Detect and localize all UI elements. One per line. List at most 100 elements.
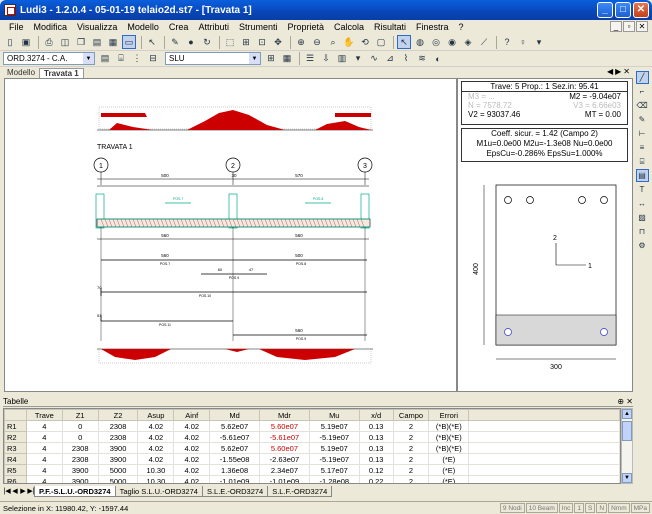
results-icon[interactable]: ◉ <box>445 35 459 49</box>
table-row[interactable]: R1 4 0 2308 4.02 4.02 5.62e07 5.60e07 5.19e07 0.1… <box>4 420 620 432</box>
beam-drawing-canvas[interactable]: TRAVATA 1 1 2 3 500 570 30 POS.7 POS.8 5… <box>4 78 457 392</box>
table-cell[interactable]: 1.36e08 <box>209 464 261 476</box>
tab-next-icon[interactable]: ▶ <box>615 67 621 76</box>
bars-view-icon[interactable]: ▤ <box>635 169 649 182</box>
stirrup-icon[interactable]: ⊓ <box>636 225 649 238</box>
menu-proprieta[interactable]: Proprietà <box>282 22 329 32</box>
snap-icon[interactable]: ⊡ <box>255 35 269 49</box>
zoom-out-icon[interactable]: ⊖ <box>310 35 324 49</box>
chevron-down-icon[interactable]: ▼ <box>83 53 94 64</box>
window-icon[interactable]: ▭ <box>122 35 136 49</box>
table-cell[interactable]: 0.13 <box>358 420 394 432</box>
sheet-tab-taglio-slu[interactable]: Taglio S.L.U.-ORD3274 <box>114 485 203 497</box>
view-icon[interactable]: ▦ <box>106 35 120 49</box>
print-icon[interactable]: ⎙ <box>42 35 56 49</box>
table-cell[interactable]: -5.61e07 <box>209 431 261 443</box>
dimension-icon[interactable]: ↔ <box>636 197 649 210</box>
row-header[interactable]: R6 <box>4 475 27 483</box>
table-cell[interactable]: 3900 <box>61 475 99 483</box>
menu-crea[interactable]: Crea <box>164 22 194 32</box>
zoom-all-icon[interactable]: ⌕ <box>326 35 340 49</box>
scroll-thumb[interactable] <box>622 421 632 441</box>
rotate-icon[interactable]: ⟲ <box>358 35 372 49</box>
column-header[interactable]: Z2 <box>97 409 139 421</box>
column-header[interactable]: Trave <box>25 409 63 421</box>
table-cell[interactable]: 2.34e07 <box>259 464 310 476</box>
table-cell[interactable]: 4 <box>25 475 63 483</box>
wand-icon[interactable]: ⟋ <box>477 35 491 49</box>
calc-icon[interactable]: ◎ <box>429 35 443 49</box>
save-icon[interactable]: ▣ <box>19 35 33 49</box>
tab-travata-1[interactable]: Travata 1 <box>39 68 84 78</box>
chart-icon[interactable]: ▥ <box>335 52 349 66</box>
table-cell[interactable]: 5.60e07 <box>259 442 310 454</box>
next-sheet-icon[interactable]: ▶ <box>19 487 27 495</box>
table-icon[interactable]: ▦ <box>280 52 294 66</box>
paste-icon[interactable]: ▤ <box>90 35 104 49</box>
scroll-down-icon[interactable]: ▼ <box>622 473 632 483</box>
table-cell[interactable]: 0.13 <box>358 442 394 454</box>
table-cell[interactable]: 4.02 <box>173 475 211 483</box>
close-button[interactable]: ✕ <box>633 2 649 18</box>
table-cell[interactable]: 0.13 <box>358 453 394 465</box>
table-row[interactable]: R6 4 3900 5000 10.30 4.02 -1.01e09 -1.01e09 -1.2… <box>4 475 620 483</box>
minimize-button[interactable]: _ <box>597 2 613 18</box>
tab-modello[interactable]: Modello <box>3 68 39 78</box>
row-header[interactable]: R1 <box>4 420 27 432</box>
table-cell[interactable]: 4 <box>25 453 63 465</box>
section-icon[interactable]: ⌸ <box>114 52 128 66</box>
tab-close-icon[interactable]: ✕ <box>623 67 630 76</box>
table-cell[interactable]: 3900 <box>97 442 139 454</box>
chevron-down-icon[interactable]: ▼ <box>249 53 260 64</box>
table-cell[interactable]: 2 <box>392 475 430 483</box>
sphere-icon[interactable]: ● <box>184 35 198 49</box>
column-header[interactable]: x/d <box>358 409 394 421</box>
table-cell[interactable]: 5000 <box>97 464 139 476</box>
row-header[interactable]: R5 <box>4 464 27 476</box>
bulb-icon[interactable]: ♀ <box>516 35 530 49</box>
column-header[interactable]: Campo <box>392 409 430 421</box>
draw-line-icon[interactable]: ╱ <box>635 71 649 84</box>
zoom-in-icon[interactable]: ⊕ <box>294 35 308 49</box>
table-cell[interactable]: 4.02 <box>137 431 175 443</box>
table-cell[interactable]: -2.63e07 <box>259 453 310 465</box>
menu-visualizza[interactable]: Visualizza <box>72 22 122 32</box>
deform-icon[interactable]: ⌇ <box>399 52 413 66</box>
table-cell[interactable]: 5.19e07 <box>308 442 360 454</box>
table-cell[interactable]: (*B)(*E) <box>428 420 470 432</box>
table-cell[interactable]: 4.02 <box>173 420 211 432</box>
print-preview-icon[interactable]: ◫ <box>58 35 72 49</box>
stress-icon[interactable]: ≋ <box>415 52 429 66</box>
menu-modifica[interactable]: Modifica <box>29 22 73 32</box>
table-cell[interactable]: 4.02 <box>137 453 175 465</box>
doc-restore-button[interactable]: ▫ <box>623 21 635 32</box>
maximize-button[interactable]: □ <box>615 2 631 18</box>
scroll-up-icon[interactable]: ▲ <box>622 409 632 419</box>
row-header[interactable]: R4 <box>4 453 27 465</box>
table-cell[interactable]: 4 <box>25 431 63 443</box>
menu-modello[interactable]: Modello <box>122 22 164 32</box>
column-header[interactable]: Ainf <box>173 409 211 421</box>
app-icon[interactable] <box>4 4 16 16</box>
table-cell[interactable]: 2308 <box>97 420 139 432</box>
table-cell[interactable]: (*E) <box>428 453 470 465</box>
doc-close-button[interactable]: ✕ <box>636 21 648 32</box>
table-cell[interactable]: (*E) <box>428 475 470 483</box>
help-icon[interactable]: ? <box>500 35 514 49</box>
sheet-tab-pf-slu[interactable]: P.F.-S.L.U.-ORD3274 <box>34 485 116 497</box>
table-cell[interactable]: 5.62e07 <box>209 420 261 432</box>
column-header[interactable]: Mdr <box>259 409 310 421</box>
table-cell[interactable]: 0.13 <box>358 431 394 443</box>
table-cell[interactable]: 0 <box>61 431 99 443</box>
lines-icon[interactable]: ≡ <box>636 141 649 154</box>
table-cell[interactable]: 4 <box>25 442 63 454</box>
sheet-tab-slf[interactable]: S.L.F.-ORD3274 <box>267 485 333 497</box>
move-icon[interactable]: ✥ <box>271 35 285 49</box>
rebar-icon[interactable]: ⋮ <box>130 52 144 66</box>
table-cell[interactable]: 5.62e07 <box>209 442 261 454</box>
prev-sheet-icon[interactable]: ◀ <box>11 487 19 495</box>
combination-select[interactable]: SLU ▼ <box>165 52 261 65</box>
results-table[interactable]: Trave Z1 Z2 Asup Ainf Md Mdr Mu x/d Camp… <box>3 408 621 484</box>
section-view-icon[interactable]: ⌸ <box>636 155 649 168</box>
table-cell[interactable]: 0 <box>61 420 99 432</box>
